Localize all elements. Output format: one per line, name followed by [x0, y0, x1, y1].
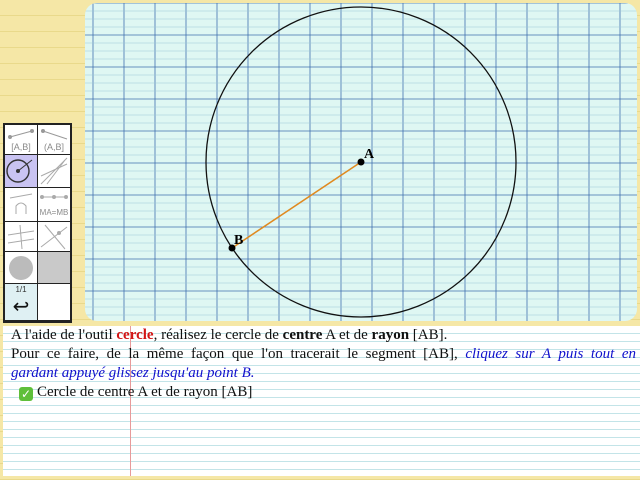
undo-tool-button[interactable]: 1/1 ↩: [5, 284, 37, 320]
perpendicular-tool-button[interactable]: [5, 222, 37, 251]
arc-icon: [9, 193, 33, 214]
instructions-panel: A l'aide de l'outil cercle, réalisez le …: [3, 326, 640, 476]
midpoint-icon: [40, 195, 68, 199]
lines-icon: [40, 157, 68, 185]
tool-name-highlight: cercle: [116, 327, 154, 343]
task-item: ✓ Cercle de centre A et de rayon [AB]: [19, 383, 636, 402]
keyword-centre: centre: [282, 327, 323, 343]
blank-tool-button[interactable]: [38, 284, 70, 320]
arc-tool-button[interactable]: [5, 188, 37, 221]
drawing-canvas[interactable]: A B: [85, 3, 637, 321]
instruction-line-2: Pour ce faire, de la même façon que l'on…: [11, 345, 636, 364]
checkmark-icon: ✓: [19, 387, 33, 401]
point-a-label: A: [364, 147, 375, 162]
instruction-text: Pour ce faire, de la même façon que l'on…: [11, 346, 466, 362]
instruction-text: , réalisez le cercle de: [153, 327, 283, 343]
circle-tool-button[interactable]: [5, 155, 37, 187]
instruction-text: A l'aide de l'outil: [11, 327, 117, 343]
tool-palette: [A,B] (A,B] MA=MB 1/1 ↩: [3, 123, 72, 323]
instruction-line-1: A l'aide de l'outil cercle, réalisez le …: [11, 326, 636, 345]
segment-icon: [8, 129, 34, 139]
ray-icon: [41, 129, 68, 140]
midpoint-tool-button[interactable]: MA=MB: [38, 188, 70, 221]
parallel-icon: [40, 224, 68, 249]
keyword-rayon: rayon: [371, 327, 410, 343]
circle-icon: [6, 159, 33, 183]
hint-text: cliquez sur A puis tout en: [465, 346, 636, 362]
parallel-tool-button[interactable]: [38, 222, 70, 251]
perpendicular-icon: [7, 224, 35, 249]
grid-and-figure[interactable]: A B: [85, 3, 637, 321]
fill-gray-tool-button[interactable]: [38, 252, 70, 283]
segment-tool-button[interactable]: [A,B]: [5, 125, 37, 154]
instruction-line-3: gardant appuyé glissez jusqu'au point B.: [11, 364, 636, 383]
ray-tool-button[interactable]: (A,B]: [38, 125, 70, 154]
midpoint-tool-label: MA=MB: [39, 208, 69, 217]
point-b-label: B: [234, 233, 243, 248]
instruction-text: [AB].: [409, 327, 448, 343]
fill-circle-tool-button[interactable]: [5, 252, 37, 283]
lines-tool-button[interactable]: [38, 155, 70, 187]
undo-icon: ↩: [12, 294, 30, 318]
instruction-text: A et de: [322, 327, 372, 343]
filled-circle-icon: [9, 255, 33, 280]
task-label: Cercle de centre A et de rayon [AB]: [37, 384, 253, 400]
ray-tool-label: (A,B]: [43, 142, 64, 152]
hint-text: gardant appuyé glissez jusqu'au point B.: [11, 365, 255, 381]
segment-tool-label: [A,B]: [11, 142, 31, 152]
undo-counter: 1/1: [15, 285, 27, 294]
